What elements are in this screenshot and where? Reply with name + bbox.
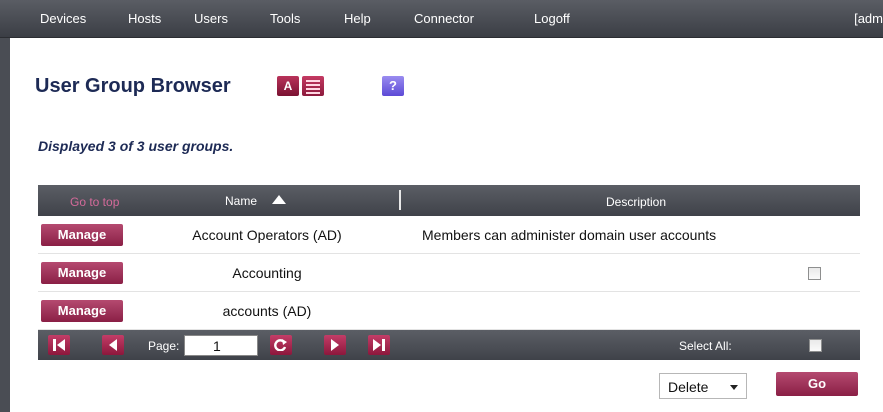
next-page-button[interactable]	[324, 335, 346, 355]
user-group-table: Go to top Name Description Manage Accoun…	[38, 185, 860, 360]
nav-hosts[interactable]: Hosts	[128, 11, 161, 26]
chevron-down-icon	[730, 385, 738, 390]
column-resize-handle[interactable]	[399, 190, 401, 210]
current-user-label: [adm	[854, 11, 883, 26]
table-row: Manage accounts (AD)	[38, 292, 860, 330]
go-button[interactable]: Go	[776, 372, 858, 396]
pagination-bar: Page: Select All:	[38, 330, 860, 360]
refresh-button[interactable]	[270, 335, 292, 355]
first-page-button[interactable]	[48, 335, 70, 355]
page-label: Page:	[148, 339, 180, 353]
page-number-input[interactable]	[184, 335, 258, 356]
group-description: Members can administer domain user accou…	[422, 227, 717, 243]
nav-users[interactable]: Users	[194, 11, 228, 26]
first-page-icon	[53, 339, 65, 351]
go-to-top-link[interactable]: Go to top	[70, 195, 119, 209]
table-row: Manage Account Operators (AD) Members ca…	[38, 216, 860, 254]
next-page-icon	[331, 339, 339, 351]
bulk-action-select[interactable]: Delete	[659, 373, 747, 399]
nav-help[interactable]: Help	[344, 11, 371, 26]
previous-page-button[interactable]	[102, 335, 124, 355]
refresh-icon	[274, 339, 287, 351]
results-summary: Displayed 3 of 3 user groups.	[38, 138, 234, 154]
nav-connector[interactable]: Connector	[414, 11, 474, 26]
sort-alpha-button[interactable]: A	[277, 76, 299, 96]
bulk-action-value: Delete	[668, 379, 709, 395]
list-view-button[interactable]	[302, 76, 324, 96]
column-header-name[interactable]: Name	[225, 194, 257, 208]
nav-tools[interactable]: Tools	[270, 11, 300, 26]
manage-button[interactable]: Manage	[41, 224, 123, 246]
last-page-icon	[373, 339, 385, 351]
help-button[interactable]: ?	[382, 76, 404, 96]
select-all-checkbox[interactable]	[809, 339, 822, 352]
top-navigation-bar: Devices Hosts Users Tools Help Connector…	[0, 0, 883, 38]
table-header: Go to top Name Description	[38, 185, 860, 216]
last-page-button[interactable]	[368, 335, 390, 355]
row-select-checkbox[interactable]	[808, 267, 821, 280]
nav-logoff[interactable]: Logoff	[534, 11, 570, 26]
page-title: User Group Browser	[35, 75, 231, 97]
manage-button[interactable]: Manage	[41, 300, 123, 322]
sort-ascending-icon[interactable]	[272, 195, 286, 204]
manage-button[interactable]: Manage	[41, 262, 123, 284]
group-name: Account Operators (AD)	[192, 227, 342, 243]
group-name: accounts (AD)	[222, 303, 312, 319]
nav-devices[interactable]: Devices	[40, 11, 86, 26]
group-name: Accounting	[232, 265, 302, 281]
select-all-label: Select All:	[679, 339, 732, 353]
table-row: Manage Accounting	[38, 254, 860, 292]
column-header-description[interactable]: Description	[606, 195, 666, 209]
previous-page-icon	[109, 339, 117, 351]
